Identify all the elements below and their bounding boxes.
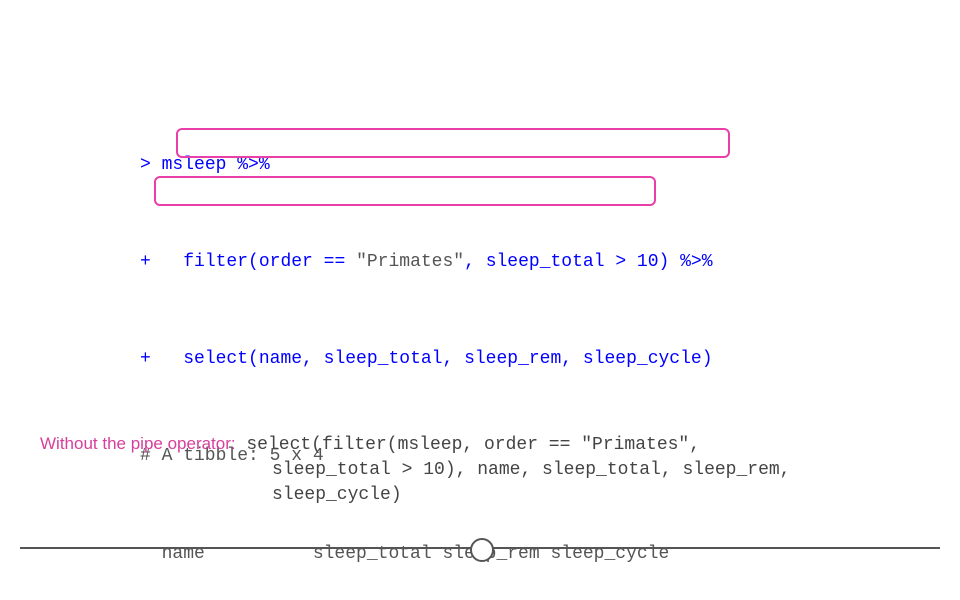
caption-label: Without the pipe operator: xyxy=(40,434,236,453)
divider-handle-icon xyxy=(470,538,494,562)
divider xyxy=(20,537,940,561)
code-line-2: + filter(order == "Primates", sleep_tota… xyxy=(140,250,713,274)
code-line-1: > msleep %>% xyxy=(140,153,713,177)
prompt: > xyxy=(140,155,151,175)
slide: > msleep %>% + filter(order == "Primates… xyxy=(0,0,960,600)
caption: Without the pipe operator: select(filter… xyxy=(40,432,920,509)
code-line-3: + select(name, sleep_total, sleep_rem, s… xyxy=(140,347,713,371)
caption-code-line1: select(filter(msleep, order == "Primates… xyxy=(246,435,700,455)
caption-code-line2: sleep_total > 10), name, sleep_total, sl… xyxy=(272,458,920,483)
cmd2-post: , sleep_total > 10) %>% xyxy=(464,252,712,272)
cmd1: msleep %>% xyxy=(162,155,270,175)
cont-1: + xyxy=(140,252,151,272)
r-console-block: > msleep %>% + filter(order == "Primates… xyxy=(140,80,713,600)
cont-2: + xyxy=(140,349,151,369)
cmd3: select(name, sleep_total, sleep_rem, sle… xyxy=(162,349,713,369)
cmd2-string: "Primates" xyxy=(356,252,464,272)
caption-code-line3: sleep_cycle) xyxy=(272,483,920,508)
cmd2-pre: filter(order == xyxy=(162,252,356,272)
